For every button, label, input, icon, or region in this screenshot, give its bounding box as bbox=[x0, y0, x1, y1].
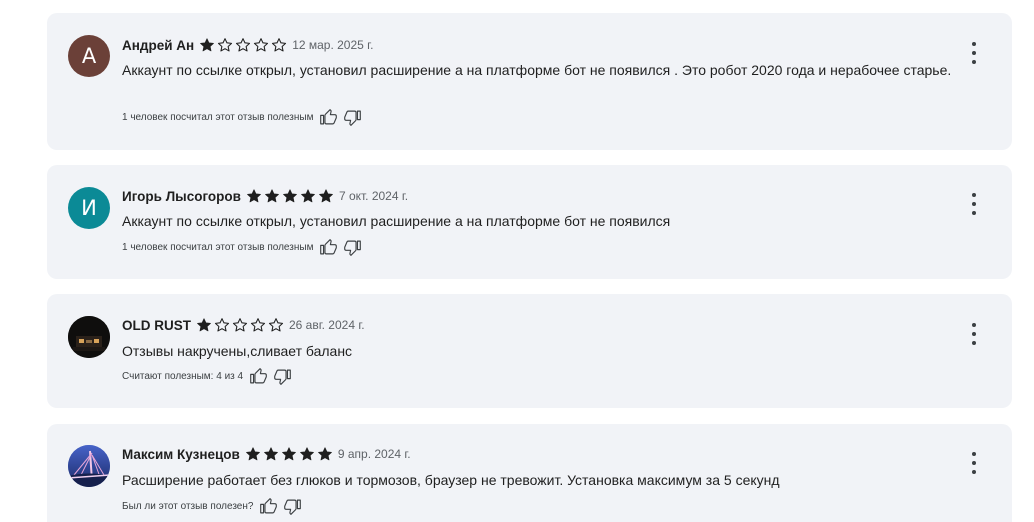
review-author: Игорь Лысогоров bbox=[122, 188, 241, 204]
star-filled-icon bbox=[299, 447, 314, 461]
thumb-up-icon[interactable] bbox=[250, 368, 267, 385]
review-card: А Андрей Ан 12 мар. 2025 г. Аккаунт по с… bbox=[47, 13, 1012, 150]
avatar[interactable] bbox=[68, 445, 110, 487]
helpful-row: Был ли этот отзыв полезен? bbox=[122, 498, 302, 515]
helpful-text: 1 человек посчитал этот отзыв полезным bbox=[122, 242, 314, 253]
review-header: Максим Кузнецов 9 апр. 2024 г. bbox=[122, 446, 411, 462]
avatar-letter: И bbox=[81, 196, 97, 220]
helpful-row: Считают полезным: 4 из 4 bbox=[122, 368, 291, 385]
review-text: Аккаунт по ссылке открыл, установил расш… bbox=[122, 62, 952, 78]
review-text: Аккаунт по ссылке открыл, установил расш… bbox=[122, 213, 671, 229]
review-author: Максим Кузнецов bbox=[122, 446, 240, 462]
rating-stars bbox=[199, 37, 289, 53]
review-text: Отзывы накручены,сливает баланс bbox=[122, 343, 353, 359]
review-header: OLD RUST 26 авг. 2024 г. bbox=[122, 317, 365, 333]
more-vertical-icon[interactable] bbox=[966, 452, 982, 474]
avatar[interactable]: А bbox=[68, 35, 110, 77]
star-outline-icon bbox=[272, 38, 287, 52]
review-author: OLD RUST bbox=[122, 317, 191, 333]
star-outline-icon bbox=[254, 38, 269, 52]
star-outline-icon bbox=[250, 318, 266, 332]
rating-stars bbox=[246, 188, 336, 204]
review-header: Игорь Лысогоров 7 окт. 2024 г. bbox=[122, 188, 408, 204]
review-date: 9 апр. 2024 г. bbox=[337, 447, 411, 461]
more-vertical-icon[interactable] bbox=[966, 193, 982, 215]
review-card: Максим Кузнецов 9 апр. 2024 г. Расширени… bbox=[47, 424, 1012, 522]
helpful-text: Был ли этот отзыв полезен? bbox=[122, 501, 254, 512]
review-card: И Игорь Лысогоров 7 окт. 2024 г. Аккаунт… bbox=[47, 165, 1012, 279]
review-date: 12 мар. 2025 г. bbox=[292, 38, 374, 52]
helpful-text: 1 человек посчитал этот отзыв полезным bbox=[122, 112, 314, 123]
thumb-down-icon[interactable] bbox=[344, 239, 362, 256]
avatar[interactable] bbox=[68, 316, 110, 358]
thumb-down-icon[interactable] bbox=[344, 109, 362, 126]
star-filled-icon bbox=[301, 189, 315, 203]
star-outline-icon bbox=[218, 38, 233, 52]
review-header: Андрей Ан 12 мар. 2025 г. bbox=[122, 37, 373, 53]
review-author: Андрей Ан bbox=[122, 37, 195, 53]
thumb-down-icon[interactable] bbox=[284, 498, 302, 515]
star-outline-icon bbox=[214, 318, 230, 332]
helpful-row: 1 человек посчитал этот отзыв полезным bbox=[122, 239, 362, 256]
review-text: Расширение работает без глюков и тормозо… bbox=[122, 472, 780, 488]
avatar[interactable]: И bbox=[68, 187, 110, 229]
helpful-row: 1 человек посчитал этот отзыв полезным bbox=[122, 109, 362, 126]
star-filled-icon bbox=[245, 447, 260, 461]
review-date: 26 авг. 2024 г. bbox=[289, 318, 365, 332]
star-filled-icon bbox=[265, 189, 279, 203]
more-vertical-icon[interactable] bbox=[966, 323, 982, 345]
star-filled-icon bbox=[247, 189, 261, 203]
review-date: 7 окт. 2024 г. bbox=[338, 189, 409, 203]
avatar-image bbox=[68, 445, 110, 487]
star-outline-icon bbox=[268, 318, 284, 332]
avatar-letter: А bbox=[81, 44, 97, 68]
star-filled-icon bbox=[283, 189, 297, 203]
star-filled-icon bbox=[319, 189, 333, 203]
star-outline-icon bbox=[236, 38, 251, 52]
thumb-down-icon[interactable] bbox=[274, 368, 291, 385]
thumb-up-icon[interactable] bbox=[260, 498, 278, 515]
star-filled-icon bbox=[317, 447, 332, 461]
review-card: OLD RUST 26 авг. 2024 г. Отзывы накручен… bbox=[47, 294, 1012, 408]
avatar-image bbox=[68, 316, 110, 358]
star-filled-icon bbox=[281, 447, 296, 461]
thumb-up-icon[interactable] bbox=[320, 239, 338, 256]
star-filled-icon bbox=[200, 38, 215, 52]
star-outline-icon bbox=[232, 318, 248, 332]
thumb-up-icon[interactable] bbox=[320, 109, 338, 126]
helpful-text: Считают полезным: 4 из 4 bbox=[122, 371, 244, 382]
rating-stars bbox=[196, 317, 286, 333]
rating-stars bbox=[245, 446, 335, 462]
star-filled-icon bbox=[197, 318, 211, 332]
star-filled-icon bbox=[263, 447, 278, 461]
more-vertical-icon[interactable] bbox=[966, 42, 982, 64]
